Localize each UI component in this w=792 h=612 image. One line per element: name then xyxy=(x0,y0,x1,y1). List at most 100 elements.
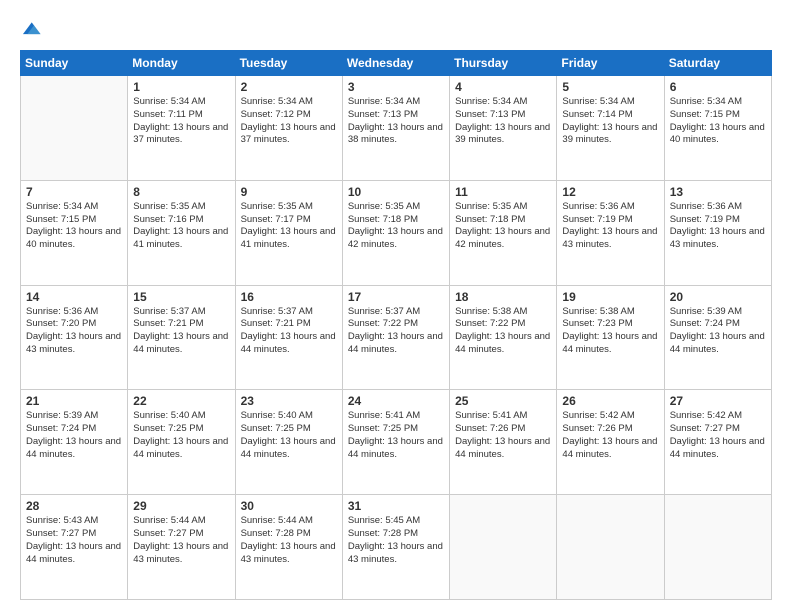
day-number: 8 xyxy=(133,185,229,199)
day-number: 10 xyxy=(348,185,444,199)
weekday-header: Thursday xyxy=(450,51,557,76)
calendar-header-row: SundayMondayTuesdayWednesdayThursdayFrid… xyxy=(21,51,772,76)
cell-info: Sunrise: 5:41 AMSunset: 7:26 PMDaylight:… xyxy=(455,410,551,461)
calendar-cell: 25 Sunrise: 5:41 AMSunset: 7:26 PMDayligh… xyxy=(450,390,557,495)
calendar-week-row: 21Sunrise: 5:39 AMSunset: 7:24 PMDayligh… xyxy=(21,390,772,495)
day-number: 15 xyxy=(133,290,229,304)
cell-info: Sunrise: 5:40 AMSunset: 7:25 PMDaylight:… xyxy=(133,410,229,461)
calendar-cell: 10 Sunrise: 5:35 AMSunset: 7:18 PMDayligh… xyxy=(342,180,449,285)
calendar-cell: 16 Sunrise: 5:37 AMSunset: 7:21 PMDayligh… xyxy=(235,285,342,390)
day-number: 29 xyxy=(133,499,229,513)
day-number: 4 xyxy=(455,80,551,94)
day-number: 30 xyxy=(241,499,337,513)
day-number: 3 xyxy=(348,80,444,94)
calendar-week-row: 28 Sunrise: 5:43 AMSunset: 7:27 PMDayligh… xyxy=(21,495,772,600)
calendar-cell xyxy=(450,495,557,600)
calendar-cell: 28 Sunrise: 5:43 AMSunset: 7:27 PMDayligh… xyxy=(21,495,128,600)
header xyxy=(20,18,772,40)
day-number: 19 xyxy=(562,290,658,304)
cell-info: Sunrise: 5:34 AMSunset: 7:11 PMDaylight:… xyxy=(133,96,229,147)
day-number: 24 xyxy=(348,394,444,408)
calendar-cell xyxy=(21,76,128,181)
calendar-cell: 31Sunrise: 5:45 AMSunset: 7:28 PMDayligh… xyxy=(342,495,449,600)
logo xyxy=(20,18,46,40)
cell-info: Sunrise: 5:34 AMSunset: 7:15 PMDaylight:… xyxy=(670,96,766,147)
day-number: 2 xyxy=(241,80,337,94)
day-number: 7 xyxy=(26,185,122,199)
day-number: 20 xyxy=(670,290,766,304)
cell-info: Sunrise: 5:36 AMSunset: 7:20 PMDaylight:… xyxy=(26,306,122,357)
day-number: 16 xyxy=(241,290,337,304)
page: SundayMondayTuesdayWednesdayThursdayFrid… xyxy=(0,0,792,612)
day-number: 11 xyxy=(455,185,551,199)
calendar-cell: 24Sunrise: 5:41 AMSunset: 7:25 PMDayligh… xyxy=(342,390,449,495)
cell-info: Sunrise: 5:35 AMSunset: 7:17 PMDaylight:… xyxy=(241,201,337,252)
calendar-cell: 2 Sunrise: 5:34 AMSunset: 7:12 PMDaylight… xyxy=(235,76,342,181)
cell-info: Sunrise: 5:37 AMSunset: 7:21 PMDaylight:… xyxy=(241,306,337,357)
calendar-cell: 19 Sunrise: 5:38 AMSunset: 7:23 PMDayligh… xyxy=(557,285,664,390)
cell-info: Sunrise: 5:34 AMSunset: 7:13 PMDaylight:… xyxy=(348,96,444,147)
day-number: 6 xyxy=(670,80,766,94)
calendar-cell: 12 Sunrise: 5:36 AMSunset: 7:19 PMDayligh… xyxy=(557,180,664,285)
cell-info: Sunrise: 5:35 AMSunset: 7:18 PMDaylight:… xyxy=(348,201,444,252)
calendar-table: SundayMondayTuesdayWednesdayThursdayFrid… xyxy=(20,50,772,600)
cell-info: Sunrise: 5:34 AMSunset: 7:15 PMDaylight:… xyxy=(26,201,122,252)
cell-info: Sunrise: 5:38 AMSunset: 7:23 PMDaylight:… xyxy=(562,306,658,357)
cell-info: Sunrise: 5:37 AMSunset: 7:22 PMDaylight:… xyxy=(348,306,444,357)
day-number: 25 xyxy=(455,394,551,408)
cell-info: Sunrise: 5:39 AMSunset: 7:24 PMDaylight:… xyxy=(670,306,766,357)
weekday-header: Friday xyxy=(557,51,664,76)
calendar-cell: 22 Sunrise: 5:40 AMSunset: 7:25 PMDayligh… xyxy=(128,390,235,495)
cell-info: Sunrise: 5:34 AMSunset: 7:13 PMDaylight:… xyxy=(455,96,551,147)
calendar-cell: 18 Sunrise: 5:38 AMSunset: 7:22 PMDayligh… xyxy=(450,285,557,390)
cell-info: Sunrise: 5:40 AMSunset: 7:25 PMDaylight:… xyxy=(241,410,337,461)
cell-info: Sunrise: 5:34 AMSunset: 7:14 PMDaylight:… xyxy=(562,96,658,147)
weekday-header: Tuesday xyxy=(235,51,342,76)
day-number: 17 xyxy=(348,290,444,304)
day-number: 31 xyxy=(348,499,444,513)
day-number: 14 xyxy=(26,290,122,304)
calendar-cell: 20 Sunrise: 5:39 AMSunset: 7:24 PMDayligh… xyxy=(664,285,771,390)
day-number: 27 xyxy=(670,394,766,408)
calendar-cell: 30 Sunrise: 5:44 AMSunset: 7:28 PMDayligh… xyxy=(235,495,342,600)
cell-info: Sunrise: 5:37 AMSunset: 7:21 PMDaylight:… xyxy=(133,306,229,357)
calendar-cell: 11 Sunrise: 5:35 AMSunset: 7:18 PMDayligh… xyxy=(450,180,557,285)
calendar-cell: 15 Sunrise: 5:37 AMSunset: 7:21 PMDayligh… xyxy=(128,285,235,390)
cell-info: Sunrise: 5:35 AMSunset: 7:16 PMDaylight:… xyxy=(133,201,229,252)
calendar-cell: 29Sunrise: 5:44 AMSunset: 7:27 PMDayligh… xyxy=(128,495,235,600)
weekday-header: Sunday xyxy=(21,51,128,76)
day-number: 28 xyxy=(26,499,122,513)
day-number: 23 xyxy=(241,394,337,408)
day-number: 1 xyxy=(133,80,229,94)
logo-icon xyxy=(20,18,42,40)
calendar-cell: 4 Sunrise: 5:34 AMSunset: 7:13 PMDaylight… xyxy=(450,76,557,181)
calendar-week-row: 7 Sunrise: 5:34 AMSunset: 7:15 PMDaylight… xyxy=(21,180,772,285)
calendar-cell: 5 Sunrise: 5:34 AMSunset: 7:14 PMDaylight… xyxy=(557,76,664,181)
calendar-cell: 27Sunrise: 5:42 AMSunset: 7:27 PMDayligh… xyxy=(664,390,771,495)
calendar-cell: 21Sunrise: 5:39 AMSunset: 7:24 PMDayligh… xyxy=(21,390,128,495)
cell-info: Sunrise: 5:44 AMSunset: 7:28 PMDaylight:… xyxy=(241,515,337,566)
cell-info: Sunrise: 5:35 AMSunset: 7:18 PMDaylight:… xyxy=(455,201,551,252)
weekday-header: Saturday xyxy=(664,51,771,76)
calendar-cell: 6 Sunrise: 5:34 AMSunset: 7:15 PMDaylight… xyxy=(664,76,771,181)
calendar-cell: 17 Sunrise: 5:37 AMSunset: 7:22 PMDayligh… xyxy=(342,285,449,390)
calendar-cell: 13 Sunrise: 5:36 AMSunset: 7:19 PMDayligh… xyxy=(664,180,771,285)
day-number: 18 xyxy=(455,290,551,304)
cell-info: Sunrise: 5:36 AMSunset: 7:19 PMDaylight:… xyxy=(562,201,658,252)
calendar-week-row: 1 Sunrise: 5:34 AMSunset: 7:11 PMDaylight… xyxy=(21,76,772,181)
day-number: 22 xyxy=(133,394,229,408)
day-number: 13 xyxy=(670,185,766,199)
calendar-cell: 14 Sunrise: 5:36 AMSunset: 7:20 PMDayligh… xyxy=(21,285,128,390)
cell-info: Sunrise: 5:38 AMSunset: 7:22 PMDaylight:… xyxy=(455,306,551,357)
weekday-header: Monday xyxy=(128,51,235,76)
weekday-header: Wednesday xyxy=(342,51,449,76)
day-number: 12 xyxy=(562,185,658,199)
cell-info: Sunrise: 5:43 AMSunset: 7:27 PMDaylight:… xyxy=(26,515,122,566)
cell-info: Sunrise: 5:42 AMSunset: 7:26 PMDaylight:… xyxy=(562,410,658,461)
calendar-cell: 3 Sunrise: 5:34 AMSunset: 7:13 PMDaylight… xyxy=(342,76,449,181)
day-number: 5 xyxy=(562,80,658,94)
cell-info: Sunrise: 5:34 AMSunset: 7:12 PMDaylight:… xyxy=(241,96,337,147)
calendar-cell xyxy=(557,495,664,600)
calendar-cell: 23 Sunrise: 5:40 AMSunset: 7:25 PMDayligh… xyxy=(235,390,342,495)
cell-info: Sunrise: 5:36 AMSunset: 7:19 PMDaylight:… xyxy=(670,201,766,252)
